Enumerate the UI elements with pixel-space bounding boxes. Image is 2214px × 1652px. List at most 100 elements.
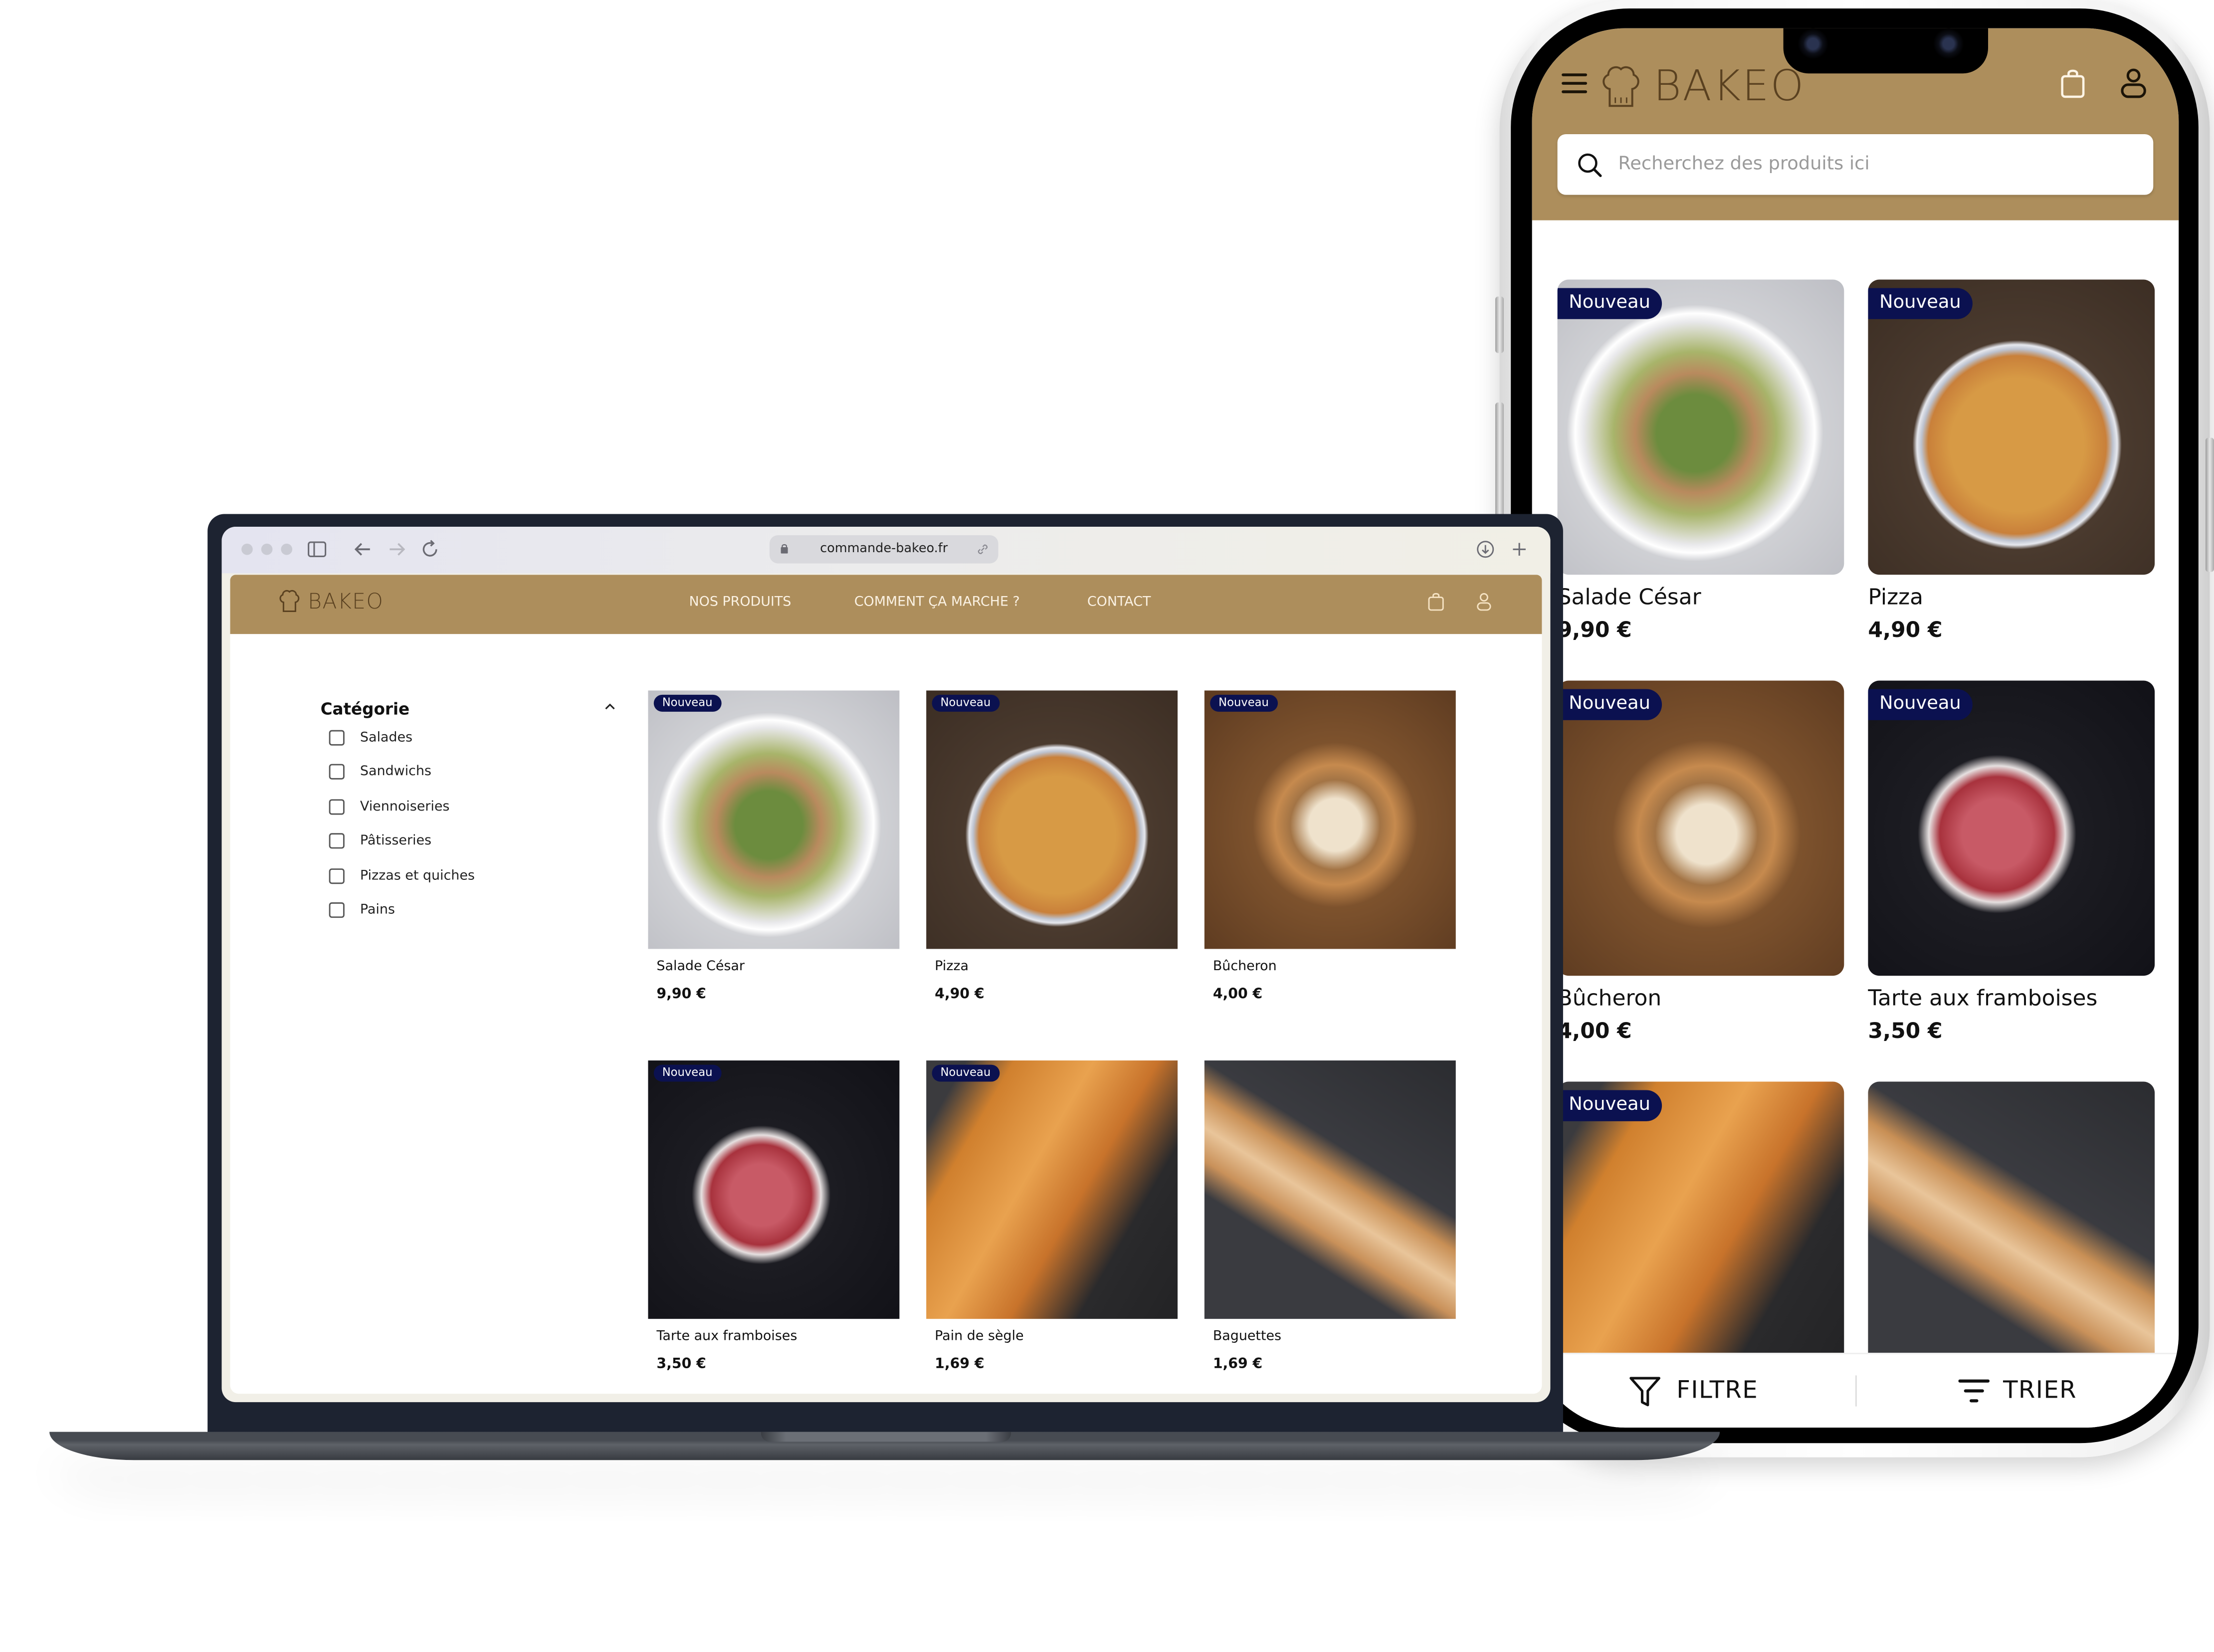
sort-button[interactable]: TRIER — [1856, 1377, 2179, 1405]
product-price: 1,69 € — [1212, 1357, 1263, 1373]
new-badge: Nouveau — [653, 694, 721, 712]
new-badge: Nouveau — [1557, 288, 1662, 319]
filter-option-label: Pains — [360, 902, 395, 918]
new-badge: Nouveau — [932, 694, 1000, 712]
laptop-screen: commande-bakeo.fr BAKEO NOS PRODUITS COM… — [221, 526, 1551, 1403]
window-zoom-button[interactable] — [281, 543, 293, 555]
reload-icon[interactable] — [419, 538, 442, 561]
filter-option-sandwichs[interactable]: Sandwichs — [329, 764, 431, 780]
product-name: Pain de sègle — [935, 1328, 1024, 1345]
product-name: Pizza — [935, 959, 969, 975]
product-price: 3,50 € — [1868, 1018, 1943, 1044]
product-card[interactable]: Nouveau Salade César 9,90 € — [648, 690, 900, 1003]
hamburger-menu-icon[interactable] — [1562, 73, 1588, 93]
filter-option-salades[interactable]: Salades — [329, 730, 412, 746]
phone-power-button — [2206, 437, 2214, 572]
site-logo[interactable]: BAKEO — [278, 589, 384, 615]
category-filter-title: Catégorie — [320, 699, 410, 719]
filter-button[interactable]: FILTRE — [1532, 1374, 1855, 1408]
chef-hat-icon — [1603, 65, 1639, 106]
browser-toolbar: commande-bakeo.fr — [221, 526, 1551, 574]
checkbox[interactable] — [329, 764, 345, 780]
mobile-search-input[interactable] — [1615, 152, 2130, 177]
sort-lines-icon — [1958, 1379, 1989, 1403]
product-price: 1,69 € — [935, 1357, 985, 1373]
user-account-icon[interactable] — [2119, 68, 2148, 99]
download-icon[interactable] — [1474, 538, 1497, 561]
product-card[interactable]: Nouveau Pain de sègle 1,69 € — [926, 1060, 1178, 1373]
nav-link-comment-ca-marche[interactable]: COMMENT ÇA MARCHE ? — [854, 595, 1020, 610]
mobile-product-card[interactable]: Nouveau Bûcheron 4,00 € — [1557, 680, 1844, 1043]
dynamic-island — [1783, 28, 1989, 74]
window-minimize-button[interactable] — [261, 543, 273, 555]
mobile-bottom-bar: FILTRE TRIER — [1532, 1353, 2179, 1428]
product-name: Baguettes — [1212, 1328, 1282, 1345]
user-account-icon[interactable] — [1475, 592, 1492, 612]
forward-arrow-icon[interactable] — [386, 538, 408, 561]
checkbox[interactable] — [329, 730, 345, 746]
product-name: Salade César — [1557, 585, 1701, 610]
checkbox[interactable] — [329, 799, 345, 815]
product-price: 4,00 € — [1212, 987, 1263, 1003]
back-arrow-icon[interactable] — [352, 538, 374, 561]
nav-link-contact[interactable]: CONTACT — [1087, 595, 1151, 610]
chef-hat-icon — [279, 590, 300, 612]
chevron-up-icon[interactable] — [603, 699, 617, 713]
filter-option-viennoiseries[interactable]: Viennoiseries — [329, 799, 449, 815]
product-card[interactable]: Nouveau Pizza 4,90 € — [926, 690, 1178, 1003]
product-image: Nouveau — [1868, 680, 2155, 976]
shopping-bag-icon[interactable] — [1427, 592, 1444, 612]
mobile-product-card[interactable]: Nouveau Pizza 4,90 € — [1868, 279, 2155, 643]
filter-option-label: Salades — [360, 730, 413, 746]
site-logo-text: BAKEO — [308, 589, 384, 615]
product-image: Nouveau — [926, 1060, 1178, 1319]
phone-device: BAKEO Recherchez des produits ici Nouvea… — [1495, 0, 2214, 1457]
checkbox[interactable] — [329, 833, 345, 849]
mobile-logo[interactable]: BAKEO — [1600, 62, 1806, 112]
product-price: 4,90 € — [1868, 617, 1943, 643]
new-badge: Nouveau — [653, 1064, 721, 1082]
mobile-product-card[interactable]: Nouveau — [1557, 1081, 1844, 1377]
mobile-product-card[interactable] — [1868, 1081, 2155, 1377]
sensor-icon — [1933, 28, 1964, 59]
product-image — [1204, 1060, 1456, 1319]
product-image: Nouveau — [1204, 690, 1456, 949]
lock-icon — [781, 544, 788, 554]
new-badge: Nouveau — [1557, 689, 1662, 720]
product-image — [1868, 1081, 2155, 1377]
camera-icon — [1797, 28, 1829, 59]
filter-option-pains[interactable]: Pains — [329, 902, 395, 918]
category-filter-panel: Catégorie Salades Sandwichs Viennoiserie… — [320, 699, 617, 918]
mobile-product-card[interactable]: Nouveau Salade César 9,90 € — [1557, 279, 1844, 642]
mobile-logo-text: BAKEO — [1653, 62, 1806, 112]
window-close-button[interactable] — [241, 543, 253, 555]
nav-link-nos-produits[interactable]: NOS PRODUITS — [689, 595, 792, 610]
new-badge: Nouveau — [932, 1064, 1000, 1082]
product-price: 4,90 € — [935, 987, 985, 1003]
new-badge: Nouveau — [1868, 288, 1973, 319]
filter-button-label: FILTRE — [1676, 1377, 1759, 1405]
link-icon[interactable] — [976, 542, 990, 556]
address-bar[interactable]: commande-bakeo.fr — [769, 535, 999, 564]
shopping-bag-icon[interactable] — [2060, 68, 2085, 99]
mobile-product-card[interactable]: Nouveau Tarte aux framboises 3,50 € — [1868, 680, 2155, 1044]
checkbox[interactable] — [329, 902, 345, 918]
product-image: Nouveau — [1868, 279, 2155, 575]
funnel-icon — [1630, 1377, 1661, 1407]
product-card[interactable]: Baguettes 1,69 € — [1204, 1060, 1456, 1373]
product-name: Tarte aux framboises — [656, 1328, 798, 1345]
phone-screen: BAKEO Recherchez des produits ici Nouvea… — [1532, 28, 2179, 1428]
checkbox[interactable] — [329, 868, 345, 884]
product-card[interactable]: Nouveau Bûcheron 4,00 € — [1204, 690, 1456, 1003]
filter-option-pizzas-quiches[interactable]: Pizzas et quiches — [329, 868, 475, 884]
product-image: Nouveau — [926, 690, 1178, 949]
new-tab-plus-icon[interactable] — [1508, 538, 1531, 561]
sidebar-toggle-icon[interactable] — [306, 538, 329, 561]
product-card[interactable]: Nouveau Tarte aux framboises 3,50 € — [648, 1060, 900, 1373]
sort-button-label: TRIER — [2003, 1377, 2077, 1405]
filter-option-patisseries[interactable]: Pâtisseries — [329, 833, 431, 849]
product-image: Nouveau — [1557, 680, 1844, 976]
product-image: Nouveau — [648, 1060, 900, 1319]
product-price: 3,50 € — [656, 1357, 706, 1373]
mobile-search-bar[interactable] — [1557, 134, 2154, 195]
